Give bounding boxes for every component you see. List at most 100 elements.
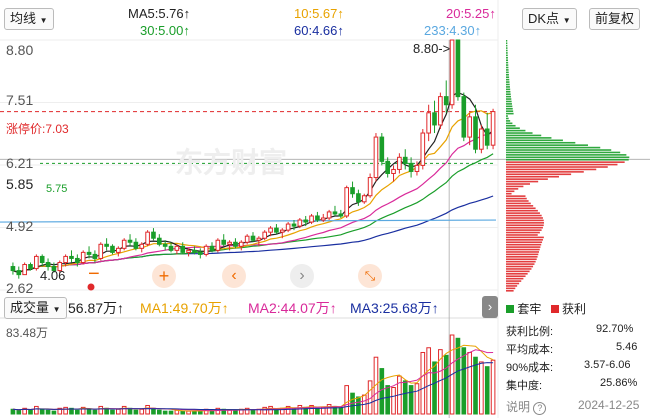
volume-bar: [162, 410, 168, 415]
chip-bar: [506, 71, 509, 74]
panel-expand-button[interactable]: ›: [482, 296, 498, 318]
candle-body: [151, 231, 156, 239]
volume-bar: [227, 409, 232, 415]
chip-distribution: [506, 40, 630, 292]
low-marker: 4.06: [40, 268, 66, 283]
stat-90-cost-value: 3.57-6.06: [584, 359, 631, 371]
chip-bar: [506, 137, 552, 139]
candle-body: [473, 116, 478, 150]
chip-bar: [506, 154, 627, 156]
candle-body: [344, 187, 350, 217]
chip-bar: [506, 180, 539, 183]
candle-body: [397, 156, 402, 170]
candle-body: [156, 237, 162, 245]
chip-bar: [506, 190, 515, 193]
chip-bar: [506, 105, 513, 108]
candle-body: [127, 239, 133, 243]
chip-bar: [506, 49, 508, 52]
plus-icon[interactable]: +: [152, 264, 176, 288]
chip-bar: [506, 129, 526, 132]
candle-body: [168, 245, 174, 251]
candle-body: [116, 247, 121, 253]
chevron-right-icon[interactable]: ›: [290, 264, 314, 288]
chip-bar: [506, 217, 543, 219]
chip-bar: [506, 88, 511, 91]
candle-body: [391, 168, 396, 174]
limit-up-label: 涨停价:7.03: [6, 122, 69, 136]
volume-bar: [426, 347, 431, 415]
volume-bar: [385, 385, 390, 415]
volume-bar: [39, 408, 45, 415]
chip-bar: [506, 69, 509, 71]
candle-body: [268, 227, 273, 233]
ma-lines: [0, 91, 497, 274]
chip-bar: [506, 103, 512, 105]
chip-bar: [506, 270, 530, 273]
candle-body: [75, 257, 80, 263]
candle-body: [139, 243, 145, 249]
candle-body: [297, 219, 303, 227]
candle-body: [414, 164, 420, 172]
candle-body: [367, 177, 373, 197]
fullscreen-icon[interactable]: ⤡: [358, 264, 382, 288]
chip-bar: [506, 260, 536, 263]
candle-body: [110, 245, 115, 253]
note-link[interactable]: 说明 ?: [506, 398, 547, 415]
candle-body: [461, 96, 467, 138]
chip-bar: [506, 239, 543, 241]
chip-bar: [506, 214, 542, 217]
candle-body: [98, 243, 104, 259]
legend-profit-label: 获利: [562, 302, 587, 316]
candle-body: [192, 249, 197, 253]
chip-bar: [506, 224, 544, 227]
chip-bar: [506, 40, 508, 42]
volume-bar: [479, 361, 484, 415]
chip-bar: [506, 98, 512, 100]
volume-bar: [16, 409, 22, 415]
volume-bar: [297, 404, 303, 415]
chip-bar: [506, 83, 510, 86]
candle-body: [262, 231, 268, 239]
candle-body: [432, 112, 437, 126]
candle-body: [490, 111, 496, 146]
volume-bar: [86, 408, 92, 415]
chip-bar: [506, 222, 545, 224]
chip-bar: [506, 277, 524, 280]
candle-body: [426, 112, 431, 134]
candle-body: [86, 251, 92, 255]
chevron-left-icon[interactable]: ‹: [222, 264, 246, 288]
chip-bar: [506, 132, 533, 134]
chip-bar: [506, 268, 532, 270]
volume-max-label: 83.48万: [6, 326, 49, 340]
question-icon: ?: [533, 402, 547, 415]
candle-body: [197, 251, 203, 255]
price-label-top: 8.80: [6, 42, 34, 58]
cost-line-label: 5.75: [46, 183, 68, 195]
candle-body: [69, 255, 74, 259]
candle-body: [233, 241, 238, 247]
stat-90-cost: 90%成本:: [506, 362, 554, 374]
chip-date: 2024-12-25: [578, 398, 640, 412]
volume-bar: [34, 405, 39, 415]
chip-bar: [506, 246, 541, 248]
candle-body: [221, 239, 227, 245]
chip-bar: [506, 200, 529, 202]
chip-bar: [506, 107, 513, 110]
vol-ma3: MA3:25.68万↑: [350, 300, 439, 316]
chip-bar: [506, 241, 543, 244]
candle-body: [279, 229, 285, 233]
volume-bar: [467, 351, 472, 415]
minus-icon[interactable]: −: [88, 263, 100, 286]
price-label-3: 6.21: [6, 155, 34, 171]
chip-bar: [506, 73, 509, 76]
volume-bars: [10, 334, 496, 415]
volume-bar: [180, 410, 186, 415]
chip-bar: [506, 197, 527, 200]
candle-body: [484, 128, 490, 146]
volume-select[interactable]: 成交量 ▼: [4, 297, 67, 319]
candle-body: [256, 237, 262, 241]
volume-bar: [45, 409, 51, 415]
chip-bar: [506, 263, 535, 265]
candle-body: [145, 231, 150, 245]
volume-bar: [326, 404, 332, 415]
